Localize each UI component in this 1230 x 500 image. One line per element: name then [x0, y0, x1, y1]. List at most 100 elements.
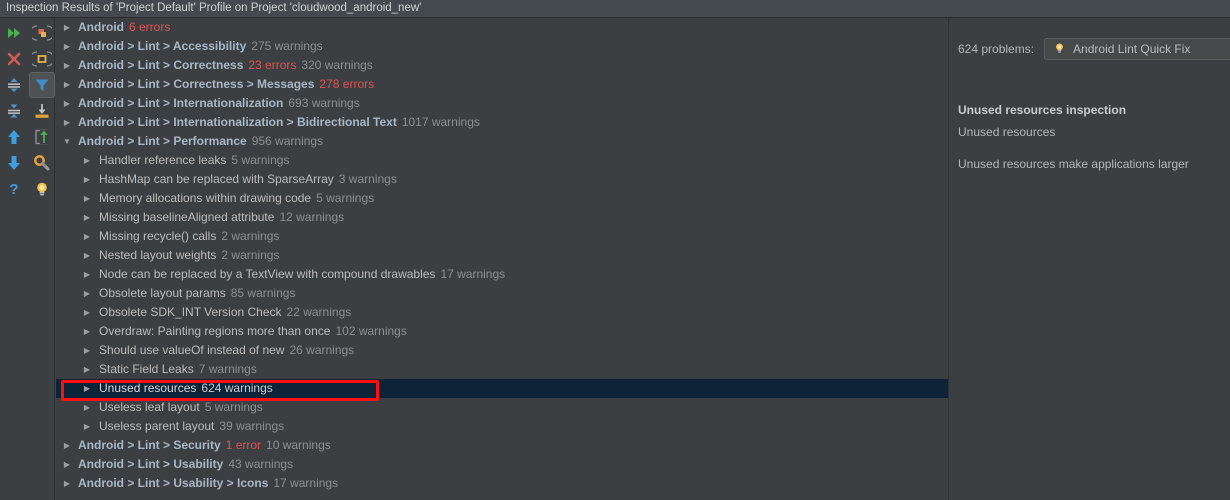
- chevron-right-icon[interactable]: ▶: [81, 379, 93, 398]
- tree-row[interactable]: ▶ Android > Lint > Internationalization >…: [56, 113, 948, 132]
- tree-row[interactable]: ▶ Useless parent layout 39 warnings: [56, 417, 948, 436]
- tree-row[interactable]: ▶ Android > Lint > Correctness > Messages…: [56, 75, 948, 94]
- tree-row[interactable]: ▶ Should use valueOf instead of new 26 war…: [56, 341, 948, 360]
- tree-row[interactable]: ▶ Nested layout weights 2 warnings: [56, 246, 948, 265]
- warning-count: 43 warnings: [228, 457, 294, 471]
- rerun-inspection-icon[interactable]: [1, 20, 27, 46]
- tree-row[interactable]: ▶ Obsolete layout params 85 warnings: [56, 284, 948, 303]
- chevron-right-icon[interactable]: ▶: [61, 56, 73, 75]
- tree-row-label: Useless leaf layout: [99, 400, 200, 414]
- chevron-down-icon[interactable]: ▼: [61, 132, 73, 151]
- chevron-right-icon[interactable]: ▶: [81, 341, 93, 360]
- chevron-right-icon[interactable]: ▶: [61, 75, 73, 94]
- warning-count: 5 warnings: [231, 153, 290, 167]
- tree-row[interactable]: ▶ Handler reference leaks 5 warnings: [56, 151, 948, 170]
- previous-problem-icon[interactable]: [1, 124, 27, 150]
- warning-count: 2 warnings: [221, 229, 280, 243]
- close-icon[interactable]: [1, 46, 27, 72]
- tree-row[interactable]: ▶ Android > Lint > Accessibility 275 warni…: [56, 37, 948, 56]
- tree-row-text: Memory allocations within drawing code 5 …: [99, 189, 374, 208]
- expand-all-icon[interactable]: [1, 72, 27, 98]
- tree-row[interactable]: ▶ Obsolete SDK_INT Version Check 22 warnin…: [56, 303, 948, 322]
- tree-row-text: Android > Lint > Correctness > Messages 2…: [78, 75, 374, 94]
- chevron-right-icon[interactable]: ▶: [61, 37, 73, 56]
- chevron-right-icon[interactable]: ▶: [81, 189, 93, 208]
- quick-fix-bulb-icon: [1053, 41, 1066, 58]
- chevron-right-icon[interactable]: ▶: [61, 113, 73, 132]
- tree-row[interactable]: ▶ Useless leaf layout 5 warnings: [56, 398, 948, 417]
- chevron-right-icon[interactable]: ▶: [81, 303, 93, 322]
- tree-row-text: Overdraw: Painting regions more than onc…: [99, 322, 407, 341]
- chevron-right-icon[interactable]: ▶: [81, 398, 93, 417]
- tree-row[interactable]: ▶ Android > Lint > Usability > Icons 17 wa…: [56, 474, 948, 493]
- tree-row-text: Handler reference leaks 5 warnings: [99, 151, 289, 170]
- tree-row[interactable]: ▶ Static Field Leaks 7 warnings: [56, 360, 948, 379]
- tree-row-label: Android > Lint > Usability: [78, 457, 224, 471]
- tree-row[interactable]: ▶ Android > Lint > Internationalization 69…: [56, 94, 948, 113]
- chevron-right-icon[interactable]: ▶: [61, 94, 73, 113]
- tree-row-text: Useless leaf layout 5 warnings: [99, 398, 263, 417]
- export-icon[interactable]: [29, 98, 55, 124]
- warning-count: 85 warnings: [230, 286, 296, 300]
- help-icon[interactable]: ?: [1, 176, 27, 202]
- tree-row-label: Android: [78, 20, 124, 34]
- inspection-tree[interactable]: ▶ Android 6 errors ▶ Android > Lint > Access…: [56, 18, 948, 500]
- chevron-right-icon[interactable]: ▶: [81, 417, 93, 436]
- detail-header: 624 problems: Android Lint Quick Fix: [958, 38, 1230, 60]
- tree-row-selected[interactable]: ▶ Unused resources 624 warnings: [56, 379, 948, 398]
- tree-row[interactable]: ▶ Android > Lint > Usability 43 warnings: [56, 455, 948, 474]
- group-by-severity-icon[interactable]: [29, 20, 55, 46]
- chevron-right-icon[interactable]: ▶: [81, 322, 93, 341]
- tree-row-label: Android > Lint > Security: [78, 438, 221, 452]
- tree-row[interactable]: ▶ Android > Lint > Correctness 23 errors 32…: [56, 56, 948, 75]
- filter-icon[interactable]: [29, 72, 55, 98]
- tree-row-label: Android > Lint > Usability > Icons: [78, 476, 269, 490]
- chevron-right-icon[interactable]: ▶: [81, 360, 93, 379]
- error-count: 23 errors: [248, 58, 297, 72]
- warning-count: 693 warnings: [288, 96, 360, 110]
- window-title: Inspection Results of 'Project Default' …: [0, 0, 1230, 18]
- error-count: 6 errors: [129, 20, 171, 34]
- tree-row-text: Android 6 errors: [78, 18, 170, 37]
- collapse-all-icon[interactable]: [1, 98, 27, 124]
- chevron-right-icon[interactable]: ▶: [81, 284, 93, 303]
- chevron-right-icon[interactable]: ▶: [61, 455, 73, 474]
- chevron-right-icon[interactable]: ▶: [81, 208, 93, 227]
- chevron-right-icon[interactable]: ▶: [61, 18, 73, 37]
- tree-row[interactable]: ▶ Android 6 errors: [56, 18, 948, 37]
- chevron-right-icon[interactable]: ▶: [81, 227, 93, 246]
- open-in-editor-icon[interactable]: [29, 124, 55, 150]
- chevron-right-icon[interactable]: ▶: [81, 151, 93, 170]
- chevron-right-icon[interactable]: ▶: [81, 246, 93, 265]
- quick-fix-bulb-icon[interactable]: [29, 176, 55, 202]
- chevron-right-icon[interactable]: ▶: [81, 265, 93, 284]
- next-problem-icon[interactable]: [1, 150, 27, 176]
- tree-row[interactable]: ▶ Overdraw: Painting regions more than on…: [56, 322, 948, 341]
- android-lint-quick-fix-button[interactable]: Android Lint Quick Fix: [1044, 38, 1230, 60]
- tree-row[interactable]: ▶ Memory allocations within drawing code 5…: [56, 189, 948, 208]
- warning-count: 7 warnings: [198, 362, 257, 376]
- tree-row-label: Android > Lint > Correctness > Messages: [78, 77, 315, 91]
- edit-settings-icon[interactable]: [29, 150, 55, 176]
- tree-row-text: Missing recycle() calls 2 warnings: [99, 227, 279, 246]
- tree-row[interactable]: ▶ Missing recycle() calls 2 warnings: [56, 227, 948, 246]
- inspection-subtitle: Unused resources: [958, 125, 1056, 139]
- tree-row-label: Android > Lint > Internationalization > …: [78, 115, 397, 129]
- tree-row-label: Should use valueOf instead of new: [99, 343, 285, 357]
- tree-row[interactable]: ▶ Node can be replaced by a TextView with…: [56, 265, 948, 284]
- chevron-right-icon[interactable]: ▶: [81, 170, 93, 189]
- tree-row[interactable]: ▼ Android > Lint > Performance 956 warning…: [56, 132, 948, 151]
- chevron-right-icon[interactable]: ▶: [61, 474, 73, 493]
- quick-fix-label: Android Lint Quick Fix: [1073, 42, 1191, 56]
- warning-count: 17 warnings: [273, 476, 339, 490]
- warning-count: 17 warnings: [440, 267, 506, 281]
- chevron-right-icon[interactable]: ▶: [61, 436, 73, 455]
- group-by-directory-icon[interactable]: [29, 46, 55, 72]
- tree-row[interactable]: ▶ Missing baselineAligned attribute 12 war…: [56, 208, 948, 227]
- error-count: 278 errors: [319, 77, 375, 91]
- tree-row[interactable]: ▶ HashMap can be replaced with SparseArra…: [56, 170, 948, 189]
- tree-row[interactable]: ▶ Android > Lint > Security 1 error 10 warn…: [56, 436, 948, 455]
- tree-row-text: Obsolete layout params 85 warnings: [99, 284, 295, 303]
- warning-count: 624 warnings: [201, 381, 273, 395]
- tree-row-label: Memory allocations within drawing code: [99, 191, 312, 205]
